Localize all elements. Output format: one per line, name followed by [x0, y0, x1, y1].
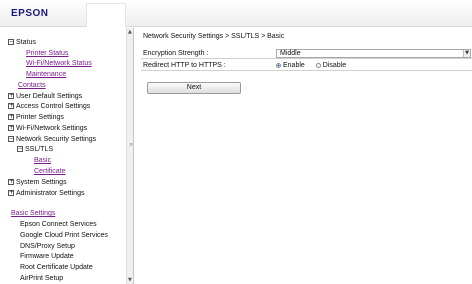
sidebar-item-contacts[interactable]: Contacts: [18, 81, 46, 91]
expand-icon[interactable]: +: [8, 114, 14, 121]
radio-disable[interactable]: Disable: [315, 62, 346, 69]
sidebar-item-label: Status: [16, 39, 36, 46]
radio-enable-button[interactable]: [276, 62, 281, 68]
sidebar-item-dns-proxy-setup[interactable]: DNS/Proxy Setup: [20, 242, 75, 252]
sidebar-item-epson-connect-services[interactable]: Epson Connect Services: [20, 220, 97, 230]
sidebar-item-label: Wi-Fi/Network Settings: [16, 125, 88, 132]
sidebar-group-administrator-settings[interactable]: + Administrator Settings: [8, 189, 84, 199]
sidebar-item-maintenance[interactable]: Maintenance: [26, 70, 66, 80]
sidebar-menu: − Status Printer Status Wi-Fi/Network Sta…: [0, 28, 126, 284]
sidebar-group-ssl-tls[interactable]: − SSL/TLS: [17, 145, 53, 155]
encryption-strength-label: Encryption Strength :: [143, 50, 209, 57]
sidebar-item-printer-status[interactable]: Printer Status: [26, 49, 68, 59]
redirect-https-label: Redirect HTTP to HTTPS :: [143, 62, 226, 69]
expand-icon[interactable]: +: [8, 93, 14, 100]
epson-logo: EPSON: [11, 8, 49, 19]
collapse-icon[interactable]: −: [17, 146, 23, 153]
sidebar-item-google-cloud-print-services[interactable]: Google Cloud Print Services: [20, 231, 108, 241]
scroll-up-icon[interactable]: ▲: [128, 29, 132, 35]
sidebar-group-user-default-settings[interactable]: + User Default Settings: [8, 92, 82, 102]
sidebar-item-root-certificate-update[interactable]: Root Certificate Update: [20, 263, 93, 273]
sidebar-group-printer-settings[interactable]: + Printer Settings: [8, 113, 64, 123]
scroll-grip-icon[interactable]: ≡: [129, 142, 133, 148]
sidebar-group-wifi-network-settings[interactable]: + Wi-Fi/Network Settings: [8, 124, 87, 134]
sidebar-item-basic[interactable]: Basic: [34, 156, 51, 166]
expand-icon[interactable]: +: [8, 103, 14, 110]
header-tab: [86, 3, 126, 27]
sidebar-item-label: Access Control Settings: [16, 103, 91, 110]
sidebar-item-basic-settings[interactable]: Basic Settings: [11, 209, 55, 219]
sidebar-item-wifi-network-status[interactable]: Wi-Fi/Network Status: [26, 59, 92, 69]
encryption-strength-select[interactable]: Middle ▼: [276, 49, 471, 58]
chevron-down-icon[interactable]: ▼: [463, 50, 470, 57]
redirect-https-row: Redirect HTTP to HTTPS : Enable Disable: [141, 60, 472, 71]
sidebar-item-label: Printer Settings: [16, 114, 64, 121]
radio-disable-button[interactable]: [315, 62, 321, 68]
sidebar-item-airprint-setup[interactable]: AirPrint Setup: [20, 274, 63, 284]
sidebar-item-firmware-update[interactable]: Firmware Update: [20, 252, 74, 262]
next-button[interactable]: Next: [147, 82, 241, 94]
collapse-icon[interactable]: −: [8, 136, 14, 143]
sidebar-item-label: SSL/TLS: [25, 146, 54, 153]
sidebar-scrollbar[interactable]: ▲ ≡ ▼: [126, 28, 134, 284]
collapse-icon[interactable]: −: [8, 39, 14, 46]
sidebar-item-label: System Settings: [16, 179, 67, 186]
sidebar-item-label: Network Security Settings: [16, 136, 97, 143]
sidebar-group-system-settings[interactable]: + System Settings: [8, 178, 67, 188]
main-content: Network Security Settings > SSL/TLS > Ba…: [134, 28, 472, 284]
redirect-https-radio-group: Enable Disable: [276, 62, 355, 69]
expand-icon[interactable]: +: [8, 190, 14, 197]
sidebar-group-network-security-settings[interactable]: − Network Security Settings: [8, 135, 96, 145]
expand-icon[interactable]: +: [8, 179, 14, 186]
sidebar-item-label: User Default Settings: [16, 93, 83, 100]
radio-enable-label[interactable]: Enable: [283, 62, 305, 69]
sidebar-group-status[interactable]: − Status: [8, 38, 36, 48]
encryption-strength-row: Encryption Strength : Middle ▼: [141, 48, 472, 59]
sidebar-item-label: Administrator Settings: [16, 190, 85, 197]
sidebar-group-access-control-settings[interactable]: + Access Control Settings: [8, 102, 90, 112]
header-bar: EPSON: [0, 0, 472, 27]
expand-icon[interactable]: +: [8, 125, 14, 132]
encryption-strength-value: Middle: [280, 50, 301, 57]
sidebar-item-certificate[interactable]: Certificate: [34, 167, 66, 177]
radio-enable[interactable]: Enable: [276, 62, 305, 69]
radio-disable-label[interactable]: Disable: [323, 62, 346, 69]
scroll-down-icon[interactable]: ▼: [128, 277, 132, 283]
breadcrumb: Network Security Settings > SSL/TLS > Ba…: [143, 33, 285, 40]
